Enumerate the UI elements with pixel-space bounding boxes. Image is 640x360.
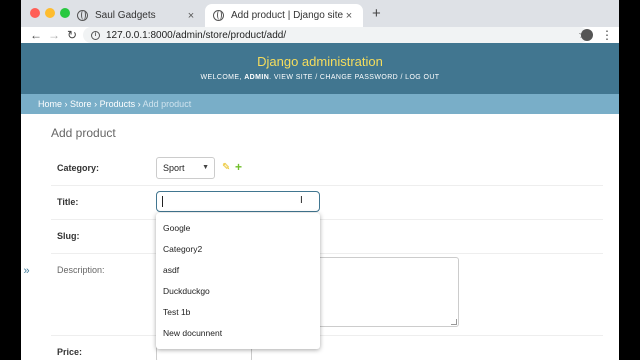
tab-title: Saul Gadgets bbox=[95, 10, 156, 21]
menu-icon[interactable]: ⋮ bbox=[601, 27, 613, 43]
address-bar[interactable]: i 127.0.0.1:8000/admin/store/product/add… bbox=[83, 27, 588, 43]
minimize-window-button[interactable] bbox=[45, 8, 55, 18]
django-header: Django administration WELCOME, ADMIN. VI… bbox=[21, 43, 619, 94]
close-window-button[interactable] bbox=[30, 8, 40, 18]
category-selected-value: Sport bbox=[163, 163, 185, 173]
breadcrumb-products[interactable]: Products bbox=[100, 99, 136, 109]
change-password-link[interactable]: CHANGE PASSWORD bbox=[320, 74, 398, 81]
forward-icon[interactable]: → bbox=[47, 27, 61, 43]
url-text: 127.0.0.1:8000/admin/store/product/add/ bbox=[106, 29, 287, 41]
form-row-slug: Slug: bbox=[51, 220, 603, 254]
price-label: Price: bbox=[57, 347, 83, 357]
autocomplete-item[interactable]: Test 1b bbox=[156, 302, 320, 323]
breadcrumb-home[interactable]: Home bbox=[38, 99, 62, 109]
title-input[interactable]: I bbox=[156, 191, 320, 212]
welcome-text: WELCOME, bbox=[200, 74, 242, 81]
user-tools: WELCOME, ADMIN. VIEW SITE / CHANGE PASSW… bbox=[200, 74, 440, 81]
globe-icon bbox=[213, 10, 224, 21]
tab-close-icon[interactable]: × bbox=[185, 10, 197, 22]
autocomplete-dropdown: Google Category2 asdf Duckduckgo Test 1b… bbox=[156, 213, 320, 349]
tab-close-icon[interactable]: × bbox=[343, 10, 355, 22]
breadcrumb-separator: › bbox=[137, 99, 141, 109]
logout-link[interactable]: LOG OUT bbox=[405, 74, 439, 81]
browser-toolbar: ← → ↻ i 127.0.0.1:8000/admin/store/produ… bbox=[21, 27, 619, 43]
form-row-title: Title: I bbox=[51, 186, 603, 220]
form-row-category: Category: Sport ▼ ✎ + bbox=[51, 152, 603, 186]
view-site-link[interactable]: VIEW SITE bbox=[274, 74, 313, 81]
profile-icon[interactable] bbox=[581, 29, 593, 41]
autocomplete-item[interactable]: New docunnent bbox=[156, 323, 320, 344]
plus-icon[interactable]: + bbox=[235, 160, 242, 174]
new-tab-button[interactable]: + bbox=[372, 5, 381, 22]
username: ADMIN bbox=[244, 74, 270, 81]
autocomplete-item[interactable]: asdf bbox=[156, 260, 320, 281]
breadcrumb: Home › Store › Products › Add product bbox=[21, 94, 619, 114]
autocomplete-item[interactable]: Category2 bbox=[156, 239, 320, 260]
category-label: Category: bbox=[57, 163, 100, 173]
globe-icon bbox=[77, 10, 88, 21]
back-icon[interactable]: ← bbox=[29, 27, 43, 43]
form-row-price: Price: bbox=[51, 336, 603, 360]
title-label: Title: bbox=[57, 197, 79, 207]
description-label: Description: bbox=[57, 265, 105, 275]
page-title: Add product bbox=[51, 126, 116, 140]
chevron-down-icon: ▼ bbox=[202, 164, 209, 171]
category-select[interactable]: Sport ▼ bbox=[156, 157, 215, 179]
browser-window: Saul Gadgets × Add product | Django site… bbox=[21, 0, 619, 360]
text-cursor bbox=[162, 196, 163, 207]
site-brand[interactable]: Django administration bbox=[21, 54, 619, 69]
form-row-description: Description: bbox=[51, 254, 603, 336]
breadcrumb-separator: › bbox=[94, 99, 98, 109]
sidebar-toggle-button[interactable]: » bbox=[21, 262, 32, 280]
reload-icon[interactable]: ↻ bbox=[65, 27, 79, 43]
autocomplete-item[interactable]: Google bbox=[156, 218, 320, 239]
tab-strip: Saul Gadgets × Add product | Django site… bbox=[21, 0, 619, 27]
tab-title: Add product | Django site admi bbox=[231, 10, 343, 21]
pencil-icon[interactable]: ✎ bbox=[222, 162, 230, 173]
slug-label: Slug: bbox=[57, 231, 80, 241]
autocomplete-item[interactable]: Duckduckgo bbox=[156, 281, 320, 302]
breadcrumb-store[interactable]: Store bbox=[70, 99, 92, 109]
tab-saul-gadgets[interactable]: Saul Gadgets × bbox=[69, 4, 205, 27]
tab-add-product[interactable]: Add product | Django site admi × bbox=[205, 4, 363, 27]
ibeam-cursor-icon: I bbox=[300, 195, 303, 206]
breadcrumb-current: Add product bbox=[142, 99, 192, 109]
info-icon[interactable]: i bbox=[91, 30, 100, 40]
resize-grip-icon[interactable] bbox=[451, 319, 457, 325]
breadcrumb-separator: › bbox=[64, 99, 68, 109]
main-content: Add product Category: Sport ▼ ✎ + Title:… bbox=[21, 114, 619, 360]
